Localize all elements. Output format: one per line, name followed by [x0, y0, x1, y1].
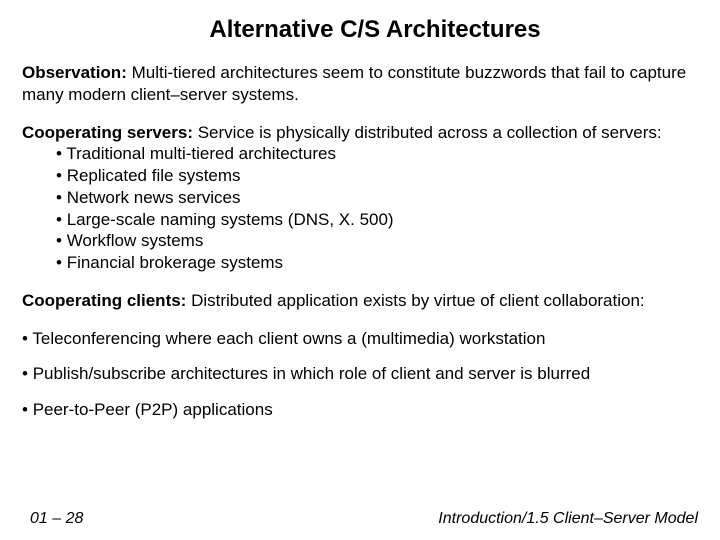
footer: 01 – 28 Introduction/1.5 Client–Server M… — [30, 510, 698, 528]
coop-servers-lead: Cooperating servers: — [22, 123, 193, 142]
list-item: Workflow systems — [56, 230, 698, 252]
footer-page: 01 – 28 — [30, 510, 83, 528]
footer-section: Introduction/1.5 Client–Server Model — [438, 510, 698, 528]
list-item: Traditional multi-tiered architectures — [56, 143, 698, 165]
coop-servers-block: Cooperating servers: Service is physical… — [22, 122, 698, 274]
coop-clients-lead: Cooperating clients: — [22, 291, 186, 310]
coop-clients-block: Cooperating clients: Distributed applica… — [22, 290, 698, 312]
list-item: Teleconferencing where each client owns … — [22, 328, 698, 350]
list-item: Replicated file systems — [56, 165, 698, 187]
list-item: Publish/subscribe architectures in which… — [22, 363, 698, 385]
observation-lead: Observation: — [22, 63, 127, 82]
list-item: Network news services — [56, 187, 698, 209]
coop-clients-text: Distributed application exists by virtue… — [186, 291, 644, 310]
list-item: Financial brokerage systems — [56, 252, 698, 274]
coop-servers-list: Traditional multi-tiered architectures R… — [22, 143, 698, 274]
list-item: Large-scale naming systems (DNS, X. 500) — [56, 209, 698, 231]
coop-servers-text: Service is physically distributed across… — [193, 123, 662, 142]
coop-clients-list: Teleconferencing where each client owns … — [22, 328, 698, 421]
observation-block: Observation: Multi-tiered architectures … — [22, 62, 698, 106]
slide: Alternative C/S Architectures Observatio… — [0, 0, 720, 540]
list-item: Peer-to-Peer (P2P) applications — [22, 399, 698, 421]
slide-title: Alternative C/S Architectures — [22, 16, 698, 44]
